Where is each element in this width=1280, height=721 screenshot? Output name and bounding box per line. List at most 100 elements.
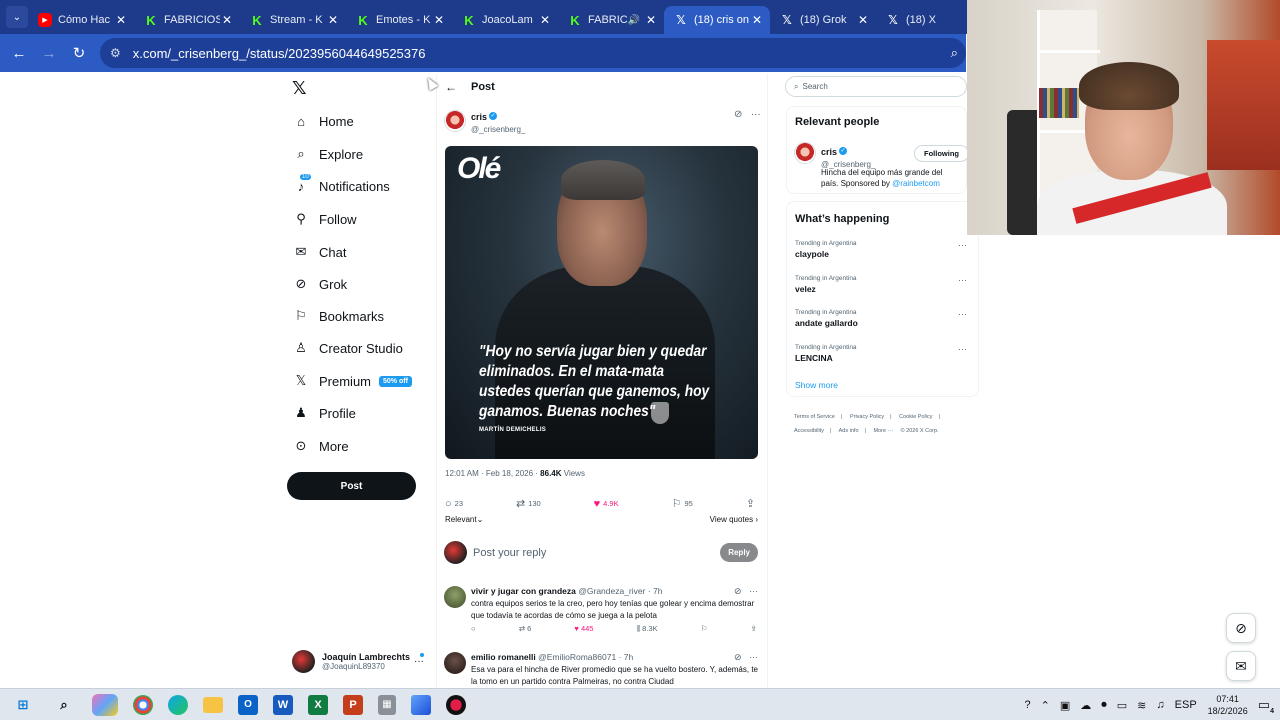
show-more-link[interactable]: Show more — [795, 380, 838, 390]
grok-icon[interactable]: ⊘ — [734, 109, 742, 120]
more-options-icon[interactable]: ··· — [749, 586, 758, 596]
sidebar-item-more[interactable]: ⊙ More — [294, 438, 349, 454]
close-icon[interactable]: ✕ — [644, 13, 658, 27]
reload-icon[interactable]: ↻ — [64, 44, 94, 62]
browser-tab[interactable]: K FABRICIOS ✕ — [134, 6, 240, 34]
footer-link[interactable]: Accessibility — [794, 428, 824, 434]
more-options-icon[interactable]: ··· — [958, 240, 967, 250]
sort-dropdown[interactable]: Relevant⌄ — [445, 515, 483, 524]
browser-tab[interactable]: K JoacoLam ✕ — [452, 6, 558, 34]
author-name[interactable]: cris — [471, 112, 487, 122]
chrome-icon[interactable] — [133, 694, 153, 715]
forward-arrow-icon[interactable]: → — [34, 45, 64, 62]
wifi-icon[interactable]: ≋ — [1137, 699, 1146, 712]
audio-icon[interactable]: 🔊 — [628, 15, 640, 26]
more-options-icon[interactable]: ··· — [414, 656, 424, 667]
site-info-icon[interactable]: ⚙ — [110, 46, 121, 60]
trend-item[interactable]: Trending in Argentina andate gallardo — [795, 309, 858, 328]
sidebar-item-premium[interactable]: 𝕏 Premium 50% off — [294, 373, 412, 389]
language-indicator[interactable]: ESP — [1175, 699, 1197, 711]
x-logo-icon[interactable]: 𝕏 — [292, 78, 307, 99]
sidebar-item-bookmarks[interactable]: ⚐ Bookmarks — [294, 308, 384, 324]
sidebar-item-chat[interactable]: ✉ Chat — [294, 244, 347, 260]
chevron-up-icon[interactable]: ⌃ — [1041, 699, 1050, 712]
close-icon[interactable]: ✕ — [538, 13, 552, 27]
obs-icon[interactable] — [446, 694, 466, 715]
browser-tab[interactable]: K FABRIC 🔊 ✕ — [558, 6, 664, 34]
search-input[interactable]: ⌕ Search — [785, 76, 967, 97]
grok-icon[interactable]: ⊘ — [734, 652, 742, 662]
edge-icon[interactable] — [168, 694, 188, 715]
excel-icon[interactable]: X — [308, 694, 328, 715]
post-author[interactable]: cris ✓ @_crisenberg_ — [444, 107, 525, 134]
person-bio-link[interactable]: @rainbetcom — [892, 179, 940, 188]
device-icon[interactable]: ▣ — [1060, 699, 1070, 712]
trend-item[interactable]: Trending in Argentina velez — [795, 275, 857, 294]
browser-tab[interactable]: 𝕏 (18) Grok ✕ — [770, 6, 876, 34]
close-icon[interactable]: ✕ — [220, 13, 234, 27]
cloud-icon[interactable]: ☁ — [1080, 699, 1091, 712]
reply-author-handle[interactable]: @Grandeza_river · 7h — [578, 586, 662, 596]
trend-item[interactable]: Trending in Argentina LENCINA — [795, 344, 857, 363]
sidebar-item-profile[interactable]: ♟ Profile — [294, 405, 356, 421]
sidebar-item-creator-studio[interactable]: ♙ Creator Studio — [294, 340, 403, 356]
avatar[interactable] — [444, 586, 466, 608]
word-icon[interactable]: W — [273, 694, 293, 715]
author-handle[interactable]: @_crisenberg_ — [471, 125, 525, 134]
sidebar-item-grok[interactable]: ⊘ Grok — [294, 276, 348, 292]
relevant-person[interactable]: cris ✓ @_crisenberg_ — [794, 142, 875, 169]
browser-tab[interactable]: ▶ Cómo Hac ✕ — [28, 6, 134, 34]
grok-floating-button[interactable]: ⊘ — [1226, 613, 1256, 643]
clock[interactable]: 07:41 18/2/2026 — [1208, 693, 1248, 717]
reply-input[interactable]: Post your reply — [473, 547, 720, 559]
powerpoint-icon[interactable]: P — [343, 694, 363, 715]
avatar[interactable] — [794, 142, 816, 164]
sidebar-item-notifications[interactable]: ♪ 10 Notifications — [294, 174, 390, 194]
reply-icon[interactable]: ○ — [471, 624, 476, 634]
sidebar-item-home[interactable]: ⌂ Home — [294, 114, 354, 129]
reply-button[interactable]: ○ 23 — [445, 498, 463, 510]
more-options-icon[interactable]: ··· — [751, 109, 761, 120]
tab-search-icon[interactable]: ⌄ — [6, 6, 28, 28]
footer-link[interactable]: Terms of Service — [794, 414, 835, 420]
more-options-icon[interactable]: ··· — [958, 344, 967, 354]
volume-icon[interactable]: ♫ — [1156, 699, 1164, 711]
bookmark-icon[interactable]: ⚐ — [701, 624, 708, 634]
like-button[interactable]: ♥ 4.9K — [594, 498, 619, 510]
more-options-icon[interactable]: ··· — [749, 652, 758, 662]
calculator-icon[interactable]: ▦ — [378, 694, 396, 715]
footer-link[interactable]: Cookie Policy — [899, 414, 932, 420]
copilot-icon[interactable] — [92, 693, 118, 716]
post-timestamp[interactable]: 12:01 AM · Feb 18, 2026 · — [445, 469, 540, 478]
view-quotes-link[interactable]: View quotes › — [710, 515, 758, 524]
avatar[interactable] — [444, 109, 466, 132]
like-button[interactable]: ♥ 445 — [574, 624, 593, 634]
following-button[interactable]: Following — [914, 145, 969, 162]
close-icon[interactable]: ✕ — [114, 13, 128, 27]
reply-author-handle[interactable]: @EmilioRoma86071 · 7h — [538, 652, 633, 662]
grok-icon[interactable]: ⊘ — [734, 586, 742, 596]
reply-item[interactable]: emilio romanelli @EmilioRoma86071 · 7h ⊘… — [444, 652, 758, 688]
close-icon[interactable]: ✕ — [750, 13, 764, 27]
search-icon[interactable]: ⌕ — [51, 694, 77, 716]
photos-icon[interactable] — [411, 694, 431, 715]
person-name[interactable]: cris — [821, 147, 837, 157]
post-button[interactable]: Post — [287, 472, 416, 500]
more-options-icon[interactable]: ··· — [958, 275, 967, 285]
footer-link[interactable]: More ··· — [873, 428, 893, 434]
reply-item[interactable]: vivir y jugar con grandeza @Grandeza_riv… — [444, 586, 758, 642]
reply-submit-button[interactable]: Reply — [720, 543, 758, 562]
outlook-icon[interactable]: O — [238, 694, 258, 715]
close-icon[interactable]: ✕ — [856, 13, 870, 27]
sidebar-item-follow[interactable]: ⚲ Follow — [294, 211, 356, 227]
trend-item[interactable]: Trending in Argentina claypole — [795, 240, 857, 259]
zoom-icon[interactable]: ⌕ — [951, 45, 958, 61]
more-options-icon[interactable]: ··· — [958, 309, 967, 319]
repost-button[interactable]: ⇄ 6 — [519, 624, 532, 634]
windows-start-icon[interactable]: ⊞ — [10, 694, 36, 716]
messages-floating-button[interactable]: ✉ — [1226, 651, 1256, 681]
notification-center-icon[interactable]: ▭ 4 — [1258, 697, 1274, 715]
back-arrow-icon[interactable]: ← — [445, 80, 457, 94]
post-image[interactable]: Olé "Hoy no servía jugar bien y quedar e… — [445, 146, 758, 459]
sidebar-item-explore[interactable]: ⌕ Explore — [294, 146, 363, 162]
